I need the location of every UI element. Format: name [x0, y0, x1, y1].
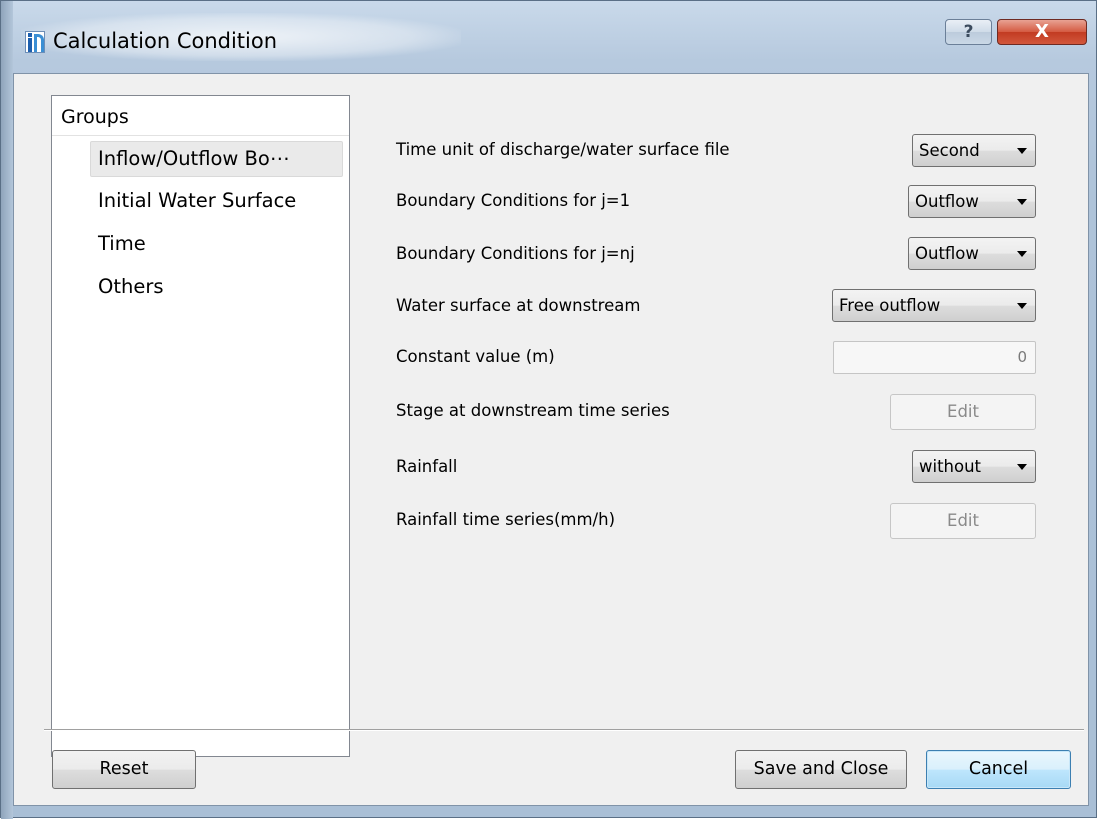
group-item-initial-water-surface[interactable]: Initial Water Surface: [90, 184, 345, 220]
reset-button[interactable]: Reset: [52, 750, 196, 789]
close-button[interactable]: X: [997, 19, 1087, 45]
cancel-button[interactable]: Cancel: [926, 750, 1071, 789]
time-unit-select[interactable]: Second: [912, 134, 1036, 167]
groups-header-label: Groups: [61, 106, 129, 128]
bc-jnj-value: Outflow: [915, 244, 979, 263]
rainfall-label: Rainfall: [396, 457, 458, 476]
chevron-down-icon: [1017, 251, 1027, 257]
rainfall-value: without: [919, 457, 982, 476]
rainfall-time-series-label: Rainfall time series(mm/h): [396, 510, 616, 529]
bc-j1-label: Boundary Conditions for j=1: [396, 191, 631, 210]
time-unit-label: Time unit of discharge/water surface fil…: [396, 140, 730, 159]
chevron-down-icon: [1017, 464, 1027, 470]
divider: [44, 729, 1084, 731]
window-title: Calculation Condition: [53, 29, 278, 53]
bc-jnj-select[interactable]: Outflow: [908, 237, 1036, 270]
groups-tree[interactable]: Groups Inflow/Outflow Bo⋯ Initial Water …: [51, 95, 350, 757]
water-surface-downstream-select[interactable]: Free outflow: [832, 289, 1036, 322]
water-surface-downstream-label: Water surface at downstream: [396, 296, 641, 315]
window-edge: [1, 1, 13, 819]
save-and-close-button[interactable]: Save and Close: [735, 750, 907, 789]
constant-value-input[interactable]: 0: [833, 341, 1036, 374]
bc-jnj-label: Boundary Conditions for j=nj: [396, 244, 635, 263]
constant-value-label: Constant value (m): [396, 347, 555, 366]
app-icon: [25, 31, 45, 53]
chevron-down-icon: [1017, 199, 1027, 205]
chevron-down-icon: [1017, 148, 1027, 154]
stage-time-series-edit-button[interactable]: Edit: [890, 394, 1036, 430]
dialog-client-area: Groups Inflow/Outflow Bo⋯ Initial Water …: [13, 73, 1089, 806]
bc-j1-select[interactable]: Outflow: [908, 185, 1036, 218]
group-item-others[interactable]: Others: [90, 270, 210, 306]
dialog-window: Calculation Condition ? X Groups Inflow/…: [0, 0, 1097, 819]
stage-time-series-label: Stage at downstream time series: [396, 401, 670, 420]
rainfall-select[interactable]: without: [912, 450, 1036, 483]
group-item-inflow-outflow[interactable]: Inflow/Outflow Bo⋯: [90, 141, 343, 177]
chevron-down-icon: [1017, 303, 1027, 309]
time-unit-value: Second: [919, 141, 980, 160]
bc-j1-value: Outflow: [915, 192, 979, 211]
group-item-time[interactable]: Time: [90, 227, 210, 263]
water-surface-downstream-value: Free outflow: [839, 296, 941, 315]
groups-header[interactable]: Groups: [52, 96, 349, 136]
rainfall-time-series-edit-button[interactable]: Edit: [890, 503, 1036, 539]
help-button[interactable]: ?: [945, 19, 992, 45]
title-bar[interactable]: Calculation Condition ? X: [1, 1, 1097, 75]
